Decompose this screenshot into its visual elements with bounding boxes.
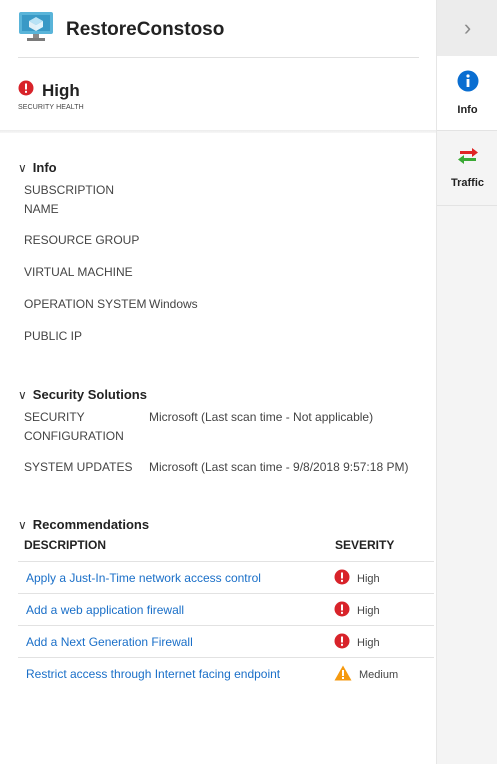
- table-divider: [18, 561, 434, 562]
- chevron-down-icon: ∨: [18, 517, 27, 532]
- severity-label: High: [357, 636, 380, 649]
- info-icon: [457, 70, 479, 97]
- table-divider: [18, 593, 434, 594]
- field-public-ip: PUBLIC IP: [24, 327, 82, 346]
- traffic-arrows-icon: [456, 147, 480, 170]
- security-health-label: SECURITY HEALTH: [18, 104, 84, 111]
- details-pane: RestoreConstoso High SECURITY HEALTH ∨ I…: [0, 0, 436, 764]
- field-system-updates: SYSTEM UPDATES Microsoft (Last scan time…: [24, 458, 434, 477]
- table-row[interactable]: Restrict access through Internet facing …: [26, 665, 434, 684]
- high-severity-icon: [18, 80, 34, 101]
- field-label: RESOURCE GROUP: [24, 233, 140, 247]
- severity-label: High: [357, 572, 380, 585]
- security-health: High SECURITY HEALTH: [18, 80, 84, 111]
- security-health-value: High: [42, 80, 80, 100]
- field-operation-system: OPERATION SYSTEM Windows: [24, 295, 424, 314]
- field-label: VIRTUAL MACHINE: [24, 265, 133, 279]
- recommendation-link[interactable]: Apply a Just-In-Time network access cont…: [26, 571, 261, 585]
- table-divider: [18, 657, 434, 658]
- high-severity-icon: [334, 601, 350, 620]
- recommendations-table-header: DESCRIPTION SEVERITY: [24, 538, 434, 552]
- severity-label: High: [357, 604, 380, 617]
- field-security-configuration: SECURITY CONFIGURATION Microsoft (Last s…: [24, 408, 434, 446]
- table-divider: [18, 625, 434, 626]
- section-separator: [0, 130, 436, 133]
- field-label: OPERATION SYSTEM: [24, 297, 147, 311]
- field-value: Microsoft (Last scan time - Not applicab…: [149, 410, 374, 424]
- security-solutions-header[interactable]: ∨ Security Solutions: [18, 387, 147, 402]
- resource-header: RestoreConstoso: [18, 11, 224, 48]
- rail-item-traffic[interactable]: Traffic: [437, 131, 497, 206]
- field-value: Windows: [149, 297, 198, 311]
- recommendations-header[interactable]: ∨ Recommendations: [18, 517, 149, 532]
- field-label: PUBLIC IP: [24, 329, 83, 343]
- field-label: SUBSCRIPTION NAME: [24, 183, 115, 216]
- severity-label: Medium: [359, 668, 399, 681]
- field-virtual-machine: VIRTUAL MACHINE: [24, 263, 133, 282]
- collapse-button[interactable]: ›: [437, 0, 497, 56]
- recommendation-link[interactable]: Add a web application firewall: [26, 603, 184, 617]
- table-row[interactable]: Add a Next Generation Firewall High: [26, 633, 434, 652]
- high-severity-icon: [334, 633, 350, 652]
- recommendation-link[interactable]: Restrict access through Internet facing …: [26, 667, 280, 681]
- column-severity: SEVERITY: [335, 538, 395, 552]
- field-resource-group: RESOURCE GROUP: [24, 231, 139, 250]
- chevron-down-icon: ∨: [18, 387, 27, 402]
- recommendation-link[interactable]: Add a Next Generation Firewall: [26, 635, 193, 649]
- severity-cell: High: [334, 569, 380, 588]
- security-solutions-title: Security Solutions: [32, 387, 147, 402]
- column-description: DESCRIPTION: [24, 538, 107, 552]
- recommendations-title: Recommendations: [32, 517, 150, 532]
- side-rail: › Info Traffic: [436, 0, 497, 764]
- rail-item-label: Traffic: [450, 177, 484, 189]
- info-section-header[interactable]: ∨ Info: [18, 160, 57, 175]
- medium-severity-icon: [334, 665, 352, 684]
- field-label: SYSTEM UPDATES: [24, 460, 133, 474]
- severity-cell: Medium: [334, 665, 398, 684]
- field-subscription-name: SUBSCRIPTION NAME: [24, 181, 119, 219]
- table-row[interactable]: Apply a Just-In-Time network access cont…: [26, 569, 434, 588]
- severity-cell: High: [334, 633, 380, 652]
- resource-title: RestoreConstoso: [66, 18, 225, 40]
- chevron-right-icon: ›: [463, 15, 472, 40]
- info-section-title: Info: [32, 160, 57, 175]
- table-row[interactable]: Add a web application firewall High: [26, 601, 434, 620]
- chevron-down-icon: ∨: [18, 160, 27, 175]
- field-label: SECURITY CONFIGURATION: [24, 410, 124, 443]
- severity-cell: High: [334, 601, 380, 620]
- rail-item-info[interactable]: Info: [437, 56, 497, 131]
- virtual-machine-icon: [18, 11, 54, 48]
- rail-item-label: Info: [457, 104, 478, 116]
- field-value: Microsoft (Last scan time - 9/8/2018 9:5…: [149, 460, 409, 474]
- high-severity-icon: [334, 569, 350, 588]
- header-divider: [18, 57, 419, 58]
